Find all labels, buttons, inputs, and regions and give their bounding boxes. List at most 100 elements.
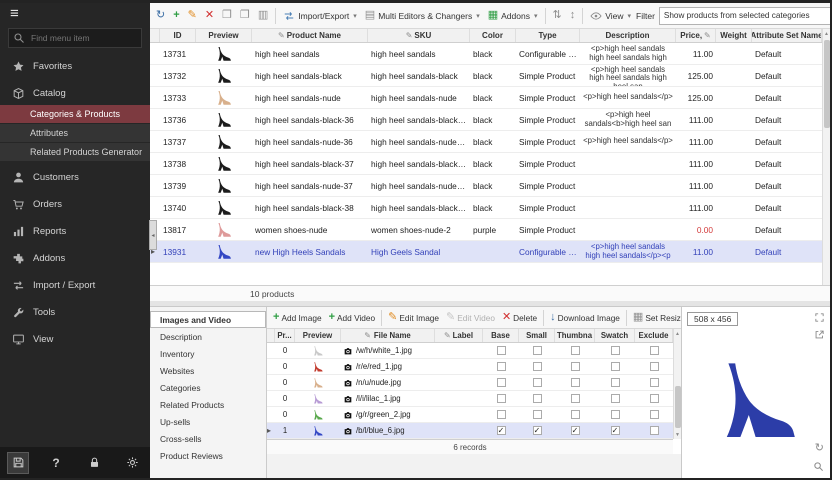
- header-small[interactable]: Small: [519, 329, 555, 342]
- image-row[interactable]: 0 /w/h/white_1.jpg: [267, 343, 673, 359]
- base-checkbox[interactable]: [497, 346, 506, 355]
- sort-button[interactable]: ⇅: [550, 8, 565, 23]
- sidebar-item-view[interactable]: View: [0, 329, 150, 350]
- tab-related-products[interactable]: Related Products: [150, 396, 266, 413]
- edit-video-button[interactable]: ✎Edit Video: [443, 311, 498, 324]
- product-row[interactable]: 13740 high heel sandals-black-38 high he…: [150, 197, 822, 219]
- thumbnail-checkbox[interactable]: [571, 362, 580, 371]
- small-checkbox[interactable]: [533, 362, 542, 371]
- header-thumbnail[interactable]: Thumbna: [555, 329, 595, 342]
- columns-button[interactable]: ▥: [255, 8, 271, 23]
- exclude-checkbox[interactable]: [650, 410, 659, 419]
- small-checkbox[interactable]: [533, 346, 542, 355]
- sidebar-item-catalog[interactable]: Catalog: [0, 83, 150, 104]
- download-image-button[interactable]: ↓Download Image: [547, 311, 623, 324]
- delete-product-button[interactable]: ✕: [202, 8, 217, 23]
- small-checkbox[interactable]: [533, 378, 542, 387]
- product-row-selected[interactable]: ▸ 13931 new High Heels Sandals High Geel…: [150, 241, 822, 263]
- header-sku[interactable]: ✎SKU: [368, 29, 470, 42]
- sidebar-item-related-products-generator[interactable]: Related Products Generator: [0, 143, 150, 161]
- image-row[interactable]: 0 /r/e/red_1.jpg: [267, 359, 673, 375]
- header-type[interactable]: Type: [516, 29, 580, 42]
- exclude-checkbox[interactable]: [650, 378, 659, 387]
- settings-button[interactable]: [121, 452, 143, 474]
- sidebar-item-favorites[interactable]: Favorites: [0, 56, 150, 77]
- fullscreen-button[interactable]: [814, 312, 825, 323]
- addons-button[interactable]: ▦ Addons ▾: [485, 8, 541, 23]
- tab-description[interactable]: Description: [150, 328, 266, 345]
- image-row[interactable]: 0 /n/u/nude.jpg: [267, 375, 673, 391]
- product-row[interactable]: 13736 high heel sandals-black-36 high he…: [150, 109, 822, 131]
- sidebar-item-customers[interactable]: Customers: [0, 167, 150, 188]
- base-checkbox[interactable]: [497, 394, 506, 403]
- header-attribute-set[interactable]: Attribute Set Name: [752, 29, 822, 42]
- thumbnail-checkbox[interactable]: [571, 346, 580, 355]
- tab-up-sells[interactable]: Up-sells: [150, 413, 266, 430]
- swatch-checkbox[interactable]: [611, 378, 620, 387]
- scroll-up-icon[interactable]: ▲: [674, 329, 681, 338]
- swatch-checkbox[interactable]: [611, 426, 620, 435]
- swatch-checkbox[interactable]: [611, 362, 620, 371]
- base-checkbox[interactable]: [497, 426, 506, 435]
- thumbnail-checkbox[interactable]: [571, 378, 580, 387]
- sidebar-item-reports[interactable]: Reports: [0, 221, 150, 242]
- sidebar-item-orders[interactable]: Orders: [0, 194, 150, 215]
- menu-icon[interactable]: ≡: [10, 5, 19, 22]
- small-checkbox[interactable]: [533, 426, 542, 435]
- scroll-down-icon[interactable]: ▼: [674, 430, 681, 439]
- tab-cross-sells[interactable]: Cross-sells: [150, 430, 266, 447]
- open-external-button[interactable]: [814, 329, 825, 340]
- exclude-checkbox[interactable]: [650, 426, 659, 435]
- small-checkbox[interactable]: [533, 410, 542, 419]
- sidebar-item-addons[interactable]: Addons: [0, 248, 150, 269]
- add-video-button[interactable]: +Add Video: [326, 311, 379, 324]
- base-checkbox[interactable]: [497, 378, 506, 387]
- image-row[interactable]: 0 /g/r/green_2.jpg: [267, 407, 673, 423]
- lock-button[interactable]: [83, 452, 105, 474]
- zoom-button[interactable]: [813, 461, 824, 472]
- search-input[interactable]: [8, 28, 142, 48]
- swatch-checkbox[interactable]: [611, 394, 620, 403]
- product-row[interactable]: 13732 high heel sandals-black high heel …: [150, 65, 822, 87]
- import-export-button[interactable]: Import/Export ▾: [280, 8, 360, 24]
- copy-button[interactable]: ❐: [219, 8, 235, 23]
- base-checkbox[interactable]: [497, 410, 506, 419]
- save-button[interactable]: [7, 452, 29, 474]
- product-row[interactable]: 13731 high heel sandals high heel sandal…: [150, 43, 822, 65]
- tab-product-reviews[interactable]: Product Reviews: [150, 447, 266, 464]
- header-position[interactable]: Pr...: [275, 329, 295, 342]
- images-scrollbar[interactable]: ▲ ▼: [673, 329, 681, 439]
- product-row[interactable]: 13737 high heel sandals-nude-36 high hee…: [150, 131, 822, 153]
- multi-editors-button[interactable]: ▤ Multi Editors & Changers ▾: [362, 8, 483, 23]
- header-weight[interactable]: Weight: [716, 29, 752, 42]
- thumbnail-checkbox[interactable]: [571, 394, 580, 403]
- header-description[interactable]: Description: [580, 29, 676, 42]
- scroll-up-icon[interactable]: ▲: [823, 29, 830, 38]
- product-row[interactable]: 13738 high heel sandals-black-37 high he…: [150, 153, 822, 175]
- edit-product-button[interactable]: ✎: [185, 8, 200, 23]
- thumbnail-checkbox[interactable]: [571, 410, 580, 419]
- product-row[interactable]: 13733 high heel sandals-nude high heel s…: [150, 87, 822, 109]
- base-checkbox[interactable]: [497, 362, 506, 371]
- sidebar-item-tools[interactable]: Tools: [0, 302, 150, 323]
- header-swatch[interactable]: Swatch: [595, 329, 635, 342]
- header-file-name[interactable]: ✎File Name: [341, 329, 435, 342]
- small-checkbox[interactable]: [533, 394, 542, 403]
- header-preview[interactable]: Preview: [295, 329, 341, 342]
- tab-categories[interactable]: Categories: [150, 379, 266, 396]
- header-preview[interactable]: Preview: [196, 29, 252, 42]
- tab-inventory[interactable]: Inventory: [150, 345, 266, 362]
- collapse-handle[interactable]: ◂: [149, 220, 157, 250]
- products-scrollbar[interactable]: ▲ ▼: [822, 29, 830, 301]
- refresh-button[interactable]: ↻: [153, 8, 168, 23]
- header-id[interactable]: ID: [160, 29, 196, 42]
- add-product-button[interactable]: +: [170, 8, 182, 23]
- header-base[interactable]: Base: [483, 329, 519, 342]
- sidebar-item-import-export[interactable]: Import / Export: [0, 275, 150, 296]
- thumbnail-checkbox[interactable]: [571, 426, 580, 435]
- exclude-checkbox[interactable]: [650, 346, 659, 355]
- image-row[interactable]: 0 /l/i/lilac_1.jpg: [267, 391, 673, 407]
- header-product-name[interactable]: ✎Product Name: [252, 29, 368, 42]
- category-filter-select[interactable]: Show products from selected categories ▾: [659, 7, 832, 25]
- help-button[interactable]: ?: [45, 452, 67, 474]
